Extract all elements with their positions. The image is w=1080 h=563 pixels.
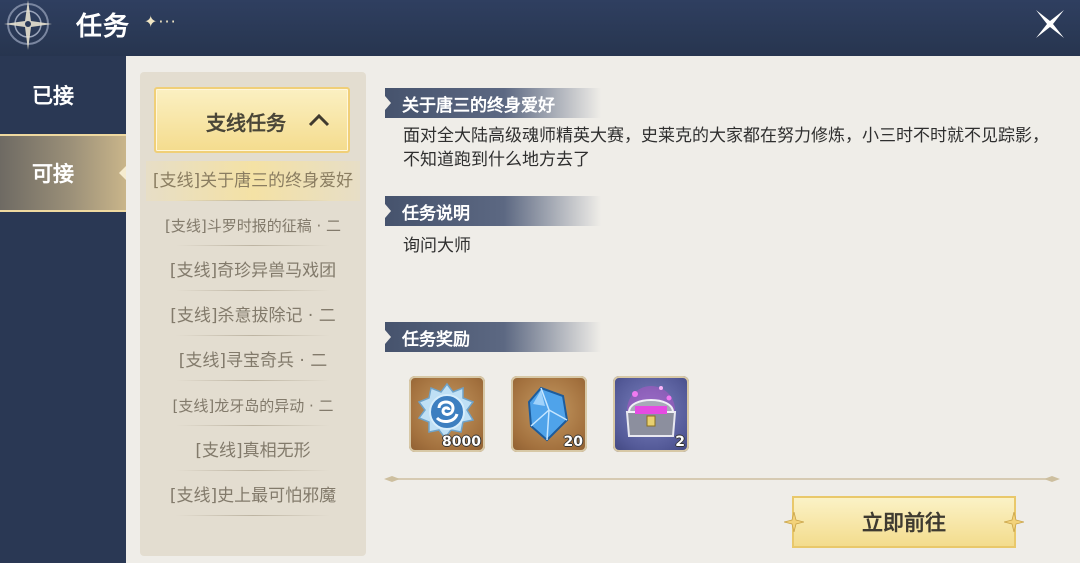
divider bbox=[176, 290, 330, 291]
task-explanation-header: 任务说明 bbox=[385, 196, 601, 226]
quest-item[interactable]: [支线]斗罗时报的征稿 · 二 bbox=[146, 206, 360, 246]
title-decoration: ✦··· bbox=[144, 12, 177, 31]
quest-name: 关于唐三的终身爱好 bbox=[402, 96, 555, 116]
quest-list: 支线任务 [支线]关于唐三的终身爱好 [支线]斗罗时报的征稿 · 二 [支线]奇… bbox=[140, 72, 366, 556]
quest-item-label: [支线]龙牙岛的异动 · 二 bbox=[172, 397, 334, 415]
page-title: 任务 bbox=[76, 12, 131, 42]
header-bar: 任务 ✦··· bbox=[0, 0, 1080, 56]
divider bbox=[176, 335, 330, 336]
quest-item[interactable]: [支线]寻宝奇兵 · 二 bbox=[146, 341, 360, 381]
quest-item[interactable]: [支线]史上最可怕邪魔 bbox=[146, 476, 360, 516]
quest-item[interactable]: [支线]杀意拔除记 · 二 bbox=[146, 296, 360, 336]
divider bbox=[176, 470, 330, 471]
section-title: 任务说明 bbox=[402, 204, 470, 224]
quest-item[interactable]: [支线]关于唐三的终身爱好 bbox=[146, 161, 360, 201]
quest-name-header: 关于唐三的终身爱好 bbox=[385, 88, 601, 118]
close-icon[interactable] bbox=[1030, 4, 1070, 44]
task-explanation-text: 询问大师 bbox=[403, 236, 471, 256]
reward-slot[interactable]: 8000 bbox=[409, 376, 485, 452]
reward-slot[interactable]: 2 bbox=[613, 376, 689, 452]
section-title: 任务奖励 bbox=[402, 330, 470, 350]
reward-count: 8000 bbox=[442, 434, 481, 450]
quest-item[interactable]: [支线]真相无形 bbox=[146, 431, 360, 471]
side-nav: 已接 可接 bbox=[0, 56, 128, 563]
quest-item-label: [支线]奇珍异兽马戏团 bbox=[169, 261, 337, 281]
go-now-label: 立即前往 bbox=[862, 511, 946, 535]
quest-description: 面对全大陆高级魂师精英大赛，史莱克的大家都在努力修炼，小三时不时就不见踪影，不知… bbox=[403, 126, 1049, 170]
quest-item[interactable]: [支线]龙牙岛的异动 · 二 bbox=[146, 386, 360, 426]
go-now-button[interactable]: 立即前往 bbox=[784, 494, 1024, 550]
reward-slot[interactable]: 20 bbox=[511, 376, 587, 452]
section-divider bbox=[384, 476, 1060, 482]
nav-tab-label: 已接 bbox=[32, 84, 74, 108]
nav-tab-accepted[interactable]: 已接 bbox=[0, 60, 126, 132]
main-panel: 支线任务 [支线]关于唐三的终身爱好 [支线]斗罗时报的征稿 · 二 [支线]奇… bbox=[126, 56, 1080, 563]
quest-item[interactable]: [支线]奇珍异兽马戏团 bbox=[146, 251, 360, 291]
quest-item-label: [支线]真相无形 bbox=[195, 441, 311, 461]
compass-star-icon bbox=[4, 0, 52, 50]
chevron-up-icon bbox=[308, 113, 330, 127]
nav-tab-label: 可接 bbox=[32, 162, 74, 186]
quest-item-label: [支线]斗罗时报的征稿 · 二 bbox=[164, 217, 341, 235]
quest-item-label: [支线]杀意拔除记 · 二 bbox=[170, 306, 336, 326]
task-reward-header: 任务奖励 bbox=[385, 322, 601, 352]
divider bbox=[176, 515, 330, 516]
reward-count: 20 bbox=[563, 434, 583, 450]
category-label: 支线任务 bbox=[206, 111, 286, 135]
quest-item-label: [支线]关于唐三的终身爱好 bbox=[152, 171, 354, 191]
quest-item-label: [支线]史上最可怕邪魔 bbox=[169, 486, 337, 506]
divider bbox=[176, 380, 330, 381]
quest-item-label: [支线]寻宝奇兵 · 二 bbox=[178, 351, 328, 371]
divider bbox=[176, 425, 330, 426]
reward-count: 2 bbox=[675, 434, 685, 450]
nav-tab-available[interactable]: 可接 bbox=[0, 134, 128, 212]
divider bbox=[176, 245, 330, 246]
category-header-branch[interactable]: 支线任务 bbox=[154, 87, 350, 153]
divider bbox=[176, 200, 330, 201]
